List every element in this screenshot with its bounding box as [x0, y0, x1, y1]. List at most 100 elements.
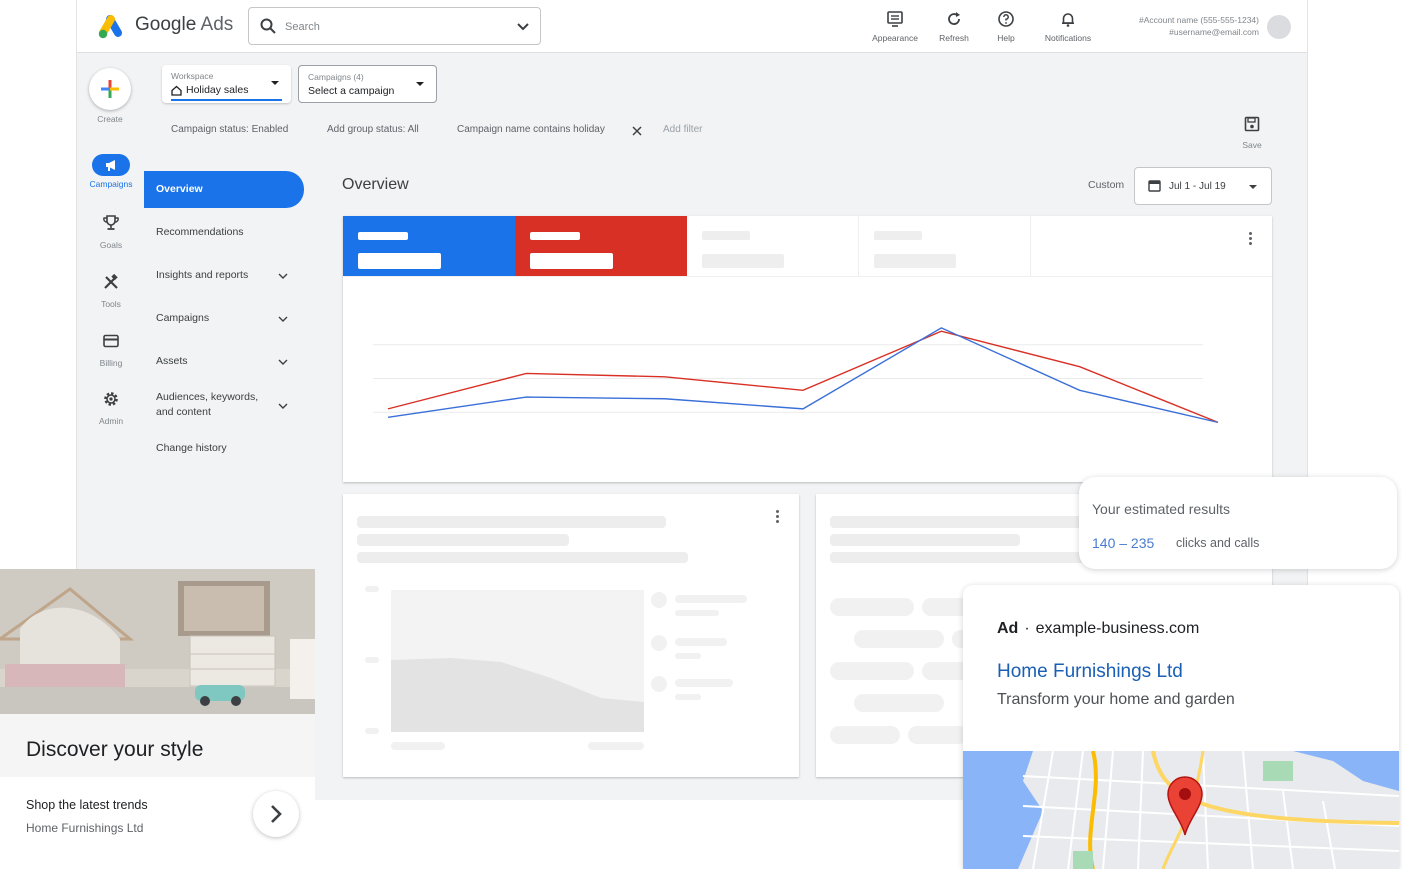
nav-label-audiences-2: and content	[156, 406, 211, 418]
tiles-divider	[343, 276, 1272, 277]
skeleton-line	[830, 534, 1020, 546]
skeleton-chip	[830, 598, 914, 616]
more-options-icon[interactable]	[1249, 232, 1253, 247]
workspace-label: Workspace	[171, 71, 214, 81]
search-icon	[260, 18, 276, 34]
nav-label-insights: Insights and reports	[156, 269, 249, 281]
metric-label-placeholder	[530, 232, 580, 240]
chevron-down-icon	[278, 359, 288, 365]
avatar[interactable]	[1267, 15, 1291, 39]
skeleton-chip	[854, 630, 944, 648]
promo-card: Discover your style Shop the latest tren…	[0, 569, 315, 839]
metric-value-placeholder	[874, 254, 956, 268]
metric-tile-4[interactable]	[859, 216, 1031, 276]
search-input[interactable]: Search	[248, 7, 541, 45]
bedroom-photo	[0, 569, 315, 714]
chevron-right-icon	[271, 805, 282, 823]
skeleton-line	[365, 657, 379, 663]
save-label: Save	[1242, 140, 1262, 150]
campaign-selector-value: Select a campaign	[308, 85, 395, 97]
caret-down-icon	[271, 81, 279, 85]
nav-label-overview: Overview	[156, 183, 203, 195]
skeleton-line	[357, 516, 666, 528]
google-ads-logo	[98, 15, 122, 39]
overview-card	[343, 216, 1272, 482]
help-icon	[998, 11, 1014, 27]
promo-title: Discover your style	[26, 738, 204, 761]
filter-ad-group-status[interactable]: Add group status: All	[327, 124, 419, 135]
help-label: Help	[997, 33, 1015, 43]
workspace-selector[interactable]: Workspace Holiday sales	[162, 65, 291, 103]
skeleton-line	[365, 728, 379, 734]
rail-label-tools: Tools	[101, 299, 121, 309]
estimate-heading: Your estimated results	[1092, 501, 1230, 517]
account-info[interactable]: #Account name (555-555-1234) #username@e…	[1099, 14, 1259, 38]
skeleton-area-chart	[391, 590, 644, 732]
campaign-selector[interactable]: Campaigns (4) Select a campaign	[298, 65, 437, 103]
promo-source: Home Furnishings Ltd	[26, 821, 144, 835]
metric-tile-red[interactable]	[515, 216, 687, 276]
ad-badge: Ad	[997, 620, 1019, 637]
rail-item-tools[interactable]: Tools	[83, 273, 139, 309]
skeleton-dot	[651, 635, 667, 651]
ad-headline-link[interactable]: Home Furnishings Ltd	[997, 661, 1183, 683]
save-button[interactable]: Save	[1237, 116, 1267, 150]
workspace-underline	[171, 99, 282, 101]
metric-label-placeholder	[358, 232, 408, 240]
rail-item-billing[interactable]: Billing	[83, 332, 139, 368]
refresh-button[interactable]: Refresh	[934, 10, 974, 46]
skeleton-line	[357, 552, 688, 563]
close-icon[interactable]	[632, 126, 642, 136]
skeleton-chip	[830, 662, 914, 680]
skeleton-dot	[651, 592, 667, 608]
filter-campaign-status[interactable]: Campaign status: Enabled	[171, 124, 288, 135]
next-button[interactable]	[253, 791, 299, 837]
date-range-picker[interactable]: Jul 1 - Jul 19	[1134, 167, 1272, 205]
gear-icon	[104, 392, 118, 406]
rail-item-goals[interactable]: Goals	[83, 214, 139, 250]
add-filter-button[interactable]: Add filter	[663, 124, 702, 135]
bell-icon	[1062, 13, 1074, 27]
performance-line-chart	[373, 327, 1219, 424]
skeleton-line	[675, 595, 747, 603]
caret-down-icon	[1249, 185, 1257, 189]
account-name: #Account name (555-555-1234)	[1138, 15, 1259, 25]
skeleton-line	[391, 742, 445, 750]
metric-value-placeholder	[702, 254, 784, 268]
tools-icon	[104, 273, 118, 289]
rail-item-campaigns[interactable]: Campaigns	[83, 154, 139, 189]
notifications-button[interactable]: Notifications	[1037, 10, 1099, 46]
page-title: Overview	[342, 176, 409, 193]
metric-tile-blue[interactable]	[343, 216, 515, 276]
skeleton-chip	[830, 726, 900, 744]
chevron-down-icon	[278, 403, 288, 409]
ad-domain[interactable]: example-business.com	[1036, 620, 1200, 637]
save-icon	[1244, 116, 1260, 132]
chevron-down-icon[interactable]	[516, 20, 530, 34]
nav-item-overview[interactable]: Overview	[144, 171, 304, 208]
skeleton-card-left	[343, 494, 799, 777]
help-button[interactable]: Help	[990, 10, 1022, 46]
plus-icon	[101, 80, 119, 98]
campaign-selector-label: Campaigns (4)	[308, 72, 364, 82]
appearance-button[interactable]: Appearance	[867, 10, 923, 46]
estimated-results-card: Your estimated results 140 – 235 clicks …	[1079, 477, 1397, 569]
skeleton-line	[675, 694, 701, 700]
rail-item-admin[interactable]: Admin	[83, 390, 139, 426]
metric-tile-3[interactable]	[687, 216, 859, 276]
skeleton-chip	[908, 726, 968, 744]
chevron-down-icon	[278, 316, 288, 322]
more-options-icon[interactable]	[776, 510, 780, 525]
ad-preview-card: Ad · example-business.com Home Furnishings…	[963, 585, 1399, 869]
metric-label-placeholder	[702, 231, 750, 240]
create-button[interactable]	[89, 68, 131, 110]
refresh-icon	[948, 12, 960, 25]
search-placeholder: Search	[285, 21, 320, 33]
filter-campaign-name[interactable]: Campaign name contains holiday	[457, 124, 605, 135]
skeleton-dot	[651, 676, 667, 692]
date-range-value: Jul 1 - Jul 19	[1169, 181, 1226, 192]
nav-label-change-history: Change history	[156, 442, 227, 454]
chevron-down-icon	[278, 273, 288, 279]
ad-source-line: Ad · example-business.com	[997, 620, 1199, 638]
skeleton-chip	[854, 694, 944, 712]
